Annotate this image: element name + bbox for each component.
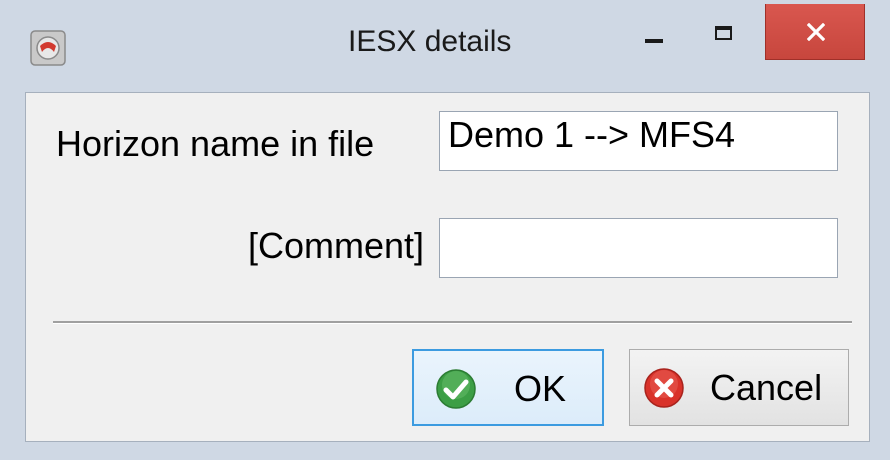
dialog-body: Horizon name in file Demo 1 --> MFS4 [Co… (25, 92, 870, 442)
maximize-button[interactable] (700, 16, 750, 60)
minimize-button[interactable] (630, 16, 680, 60)
ok-label: OK (514, 368, 567, 409)
app-icon[interactable] (30, 30, 66, 66)
dialog-window: IESX details Horizon name in file Demo 1… (0, 0, 890, 460)
comment-field[interactable] (439, 218, 838, 278)
window-title: IESX details (348, 25, 512, 58)
separator (53, 321, 852, 324)
horizon-name-label: Horizon name in file (56, 123, 375, 164)
cancel-x-icon (644, 368, 684, 417)
close-icon (807, 23, 825, 41)
close-button[interactable] (765, 4, 865, 60)
ok-button[interactable]: OK (412, 349, 604, 426)
title-bar[interactable]: IESX details (0, 0, 890, 92)
cancel-label: Cancel (710, 367, 823, 408)
check-icon (436, 369, 476, 418)
cancel-button[interactable]: Cancel (629, 349, 849, 426)
horizon-name-field[interactable]: Demo 1 --> MFS4 (439, 111, 838, 171)
comment-label: [Comment] (247, 225, 424, 266)
